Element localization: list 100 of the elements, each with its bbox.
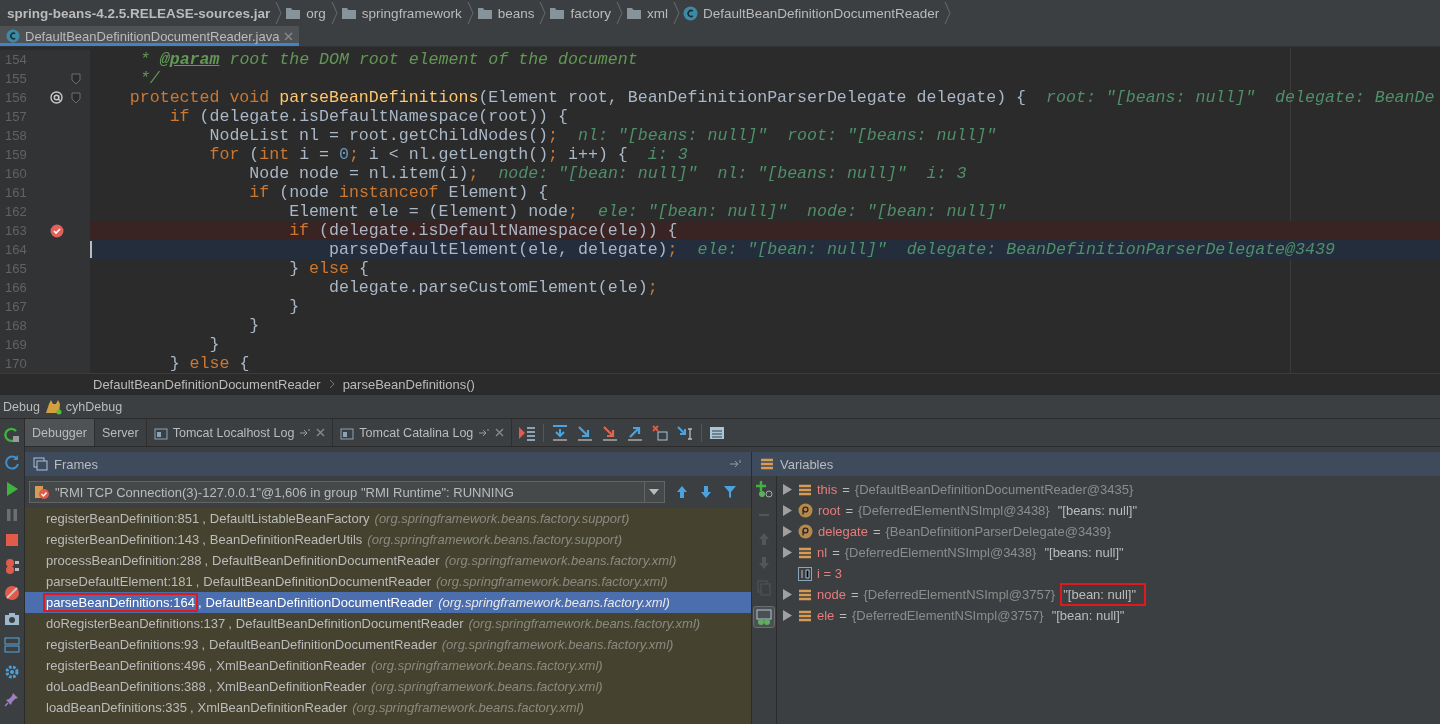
equals-sign: = bbox=[839, 608, 847, 623]
rerun-icon[interactable] bbox=[4, 427, 20, 443]
variable-name[interactable]: i = 3 bbox=[817, 566, 842, 581]
variable-type: {DeferredElementNSImpl@3757} bbox=[851, 608, 1044, 623]
variable-name[interactable]: ele bbox=[817, 608, 835, 623]
watches-toggle-icon[interactable] bbox=[753, 606, 775, 628]
close-icon[interactable] bbox=[316, 428, 326, 437]
variable-value: "[beans: null]" bbox=[1043, 544, 1125, 562]
breadcrumb-item[interactable]: springframework bbox=[361, 5, 462, 21]
stack-frame[interactable]: registerBeanDefinition:851 , DefaultListableBeanFactory (org.springframework.beans.factory.support) bbox=[25, 508, 751, 529]
close-icon[interactable] bbox=[495, 428, 505, 437]
layout-icon[interactable] bbox=[4, 637, 20, 653]
pin-tab-icon[interactable] bbox=[478, 427, 491, 438]
variable-type: {BeanDefinitionParserDelegate@3439} bbox=[885, 524, 1112, 539]
variable-value: "[bean: null]" bbox=[1050, 607, 1126, 625]
force-step-into-icon[interactable] bbox=[601, 424, 620, 441]
fold-icon[interactable] bbox=[71, 91, 82, 104]
settings-icon[interactable] bbox=[4, 664, 20, 680]
expand-arrow-icon[interactable] bbox=[783, 610, 792, 621]
comma: , bbox=[208, 679, 213, 694]
primitive-icon bbox=[798, 566, 812, 581]
expand-arrow-icon[interactable] bbox=[783, 547, 792, 558]
stack-frame[interactable]: processBeanDefinition:288 , DefaultBeanDefinitionDocumentReader (org.springframework.beans.factory.xml) bbox=[25, 550, 751, 571]
stack-frame[interactable]: registerBeanDefinitions:496 , XmlBeanDefinitionReader (org.springframework.beans.factory.xml) bbox=[25, 655, 751, 676]
breadcrumb-item[interactable]: factory bbox=[570, 5, 611, 21]
filter-icon[interactable] bbox=[723, 485, 737, 499]
pin-icon[interactable] bbox=[729, 459, 743, 469]
tool-window-title: Debug bbox=[3, 399, 40, 414]
variable-name[interactable]: node bbox=[817, 587, 846, 602]
field-icon bbox=[798, 588, 812, 601]
stack-frame[interactable]: registerBeanDefinitions:93 , DefaultBeanDefinitionDocumentReader (org.springframework.beans.factory.xml) bbox=[25, 634, 751, 655]
breadcrumb-item[interactable]: DefaultBeanDefinitionDocumentReader bbox=[702, 5, 940, 21]
frame-class: DefaultBeanDefinitionDocumentReader bbox=[212, 553, 440, 568]
class-icon bbox=[682, 5, 698, 21]
step-over-icon[interactable] bbox=[551, 424, 570, 441]
refresh-icon[interactable] bbox=[4, 454, 20, 470]
expand-arrow-icon[interactable] bbox=[783, 589, 792, 600]
stack-frame[interactable]: registerBeanDefinition:143 , BeanDefinitionReaderUtils (org.springframework.beans.factory.support) bbox=[25, 529, 751, 550]
tool-tab[interactable]: Tomcat Localhost Log bbox=[146, 419, 334, 446]
variable-name[interactable]: this bbox=[817, 482, 838, 497]
stack-frame[interactable]: parseBeanDefinitions:164 , DefaultBeanDefinitionDocumentReader (org.springframework.beans.factory.xml) bbox=[25, 592, 751, 613]
class-icon bbox=[6, 29, 20, 43]
run-config-name[interactable]: cyhDebug bbox=[65, 399, 123, 414]
variable-value: "[bean: null]" bbox=[1060, 583, 1147, 606]
stack-frame[interactable]: loadBeanDefinitions:335 , XmlBeanDefinitionReader (org.springframework.beans.factory.xml) bbox=[25, 697, 751, 718]
frame-package: (org.springframework.beans.factory.xml) bbox=[468, 616, 701, 631]
run-to-cursor-icon[interactable] bbox=[676, 424, 695, 441]
code-token: Node node = nl.item(i) bbox=[248, 164, 469, 183]
step-into-icon[interactable] bbox=[576, 424, 595, 441]
tool-tab[interactable]: Tomcat Catalina Log bbox=[333, 419, 513, 446]
drop-frame-icon[interactable] bbox=[651, 424, 670, 441]
new-watch-icon[interactable] bbox=[755, 480, 773, 498]
expand-arrow-icon[interactable] bbox=[783, 484, 792, 495]
variable-value: "[beans: null]" bbox=[1056, 502, 1139, 520]
evaluate-expression-icon[interactable] bbox=[709, 425, 726, 440]
pin-tab-icon[interactable] bbox=[299, 427, 312, 438]
code-token: } bbox=[248, 316, 260, 335]
arrow-up-icon[interactable] bbox=[675, 485, 689, 499]
breadcrumb-item[interactable]: DefaultBeanDefinitionDocumentReader bbox=[93, 376, 321, 392]
comma: , bbox=[195, 574, 200, 589]
code-token: protected void bbox=[128, 88, 270, 107]
frame-method: doRegisterBeanDefinitions:137 bbox=[45, 615, 227, 633]
breakpoint-icon[interactable] bbox=[49, 223, 64, 238]
show-execution-point-icon[interactable] bbox=[518, 424, 537, 441]
breadcrumb-item[interactable]: beans bbox=[497, 5, 535, 21]
breakpoints-icon[interactable] bbox=[4, 558, 20, 574]
stack-frame[interactable]: parseDefaultElement:181 , DefaultBeanDefinitionDocumentReader (org.springframework.beans.factory.xml) bbox=[25, 571, 751, 592]
arrow-down-icon[interactable] bbox=[699, 485, 713, 499]
chevron-icon bbox=[330, 1, 338, 25]
pin-icon[interactable] bbox=[4, 691, 20, 707]
frame-method: registerBeanDefinition:851 bbox=[45, 510, 201, 528]
step-out-icon[interactable] bbox=[626, 424, 645, 441]
folder-icon bbox=[476, 6, 493, 20]
code-token: ; bbox=[667, 240, 678, 259]
resume-icon[interactable] bbox=[4, 481, 20, 497]
breadcrumb-item[interactable]: spring-beans-4.2.5.RELEASE-sources.jar bbox=[7, 5, 271, 21]
stack-frame[interactable]: doRegisterBeanDefinitions:137 , DefaultBeanDefinitionDocumentReader (org.springframework.beans.factory.xml) bbox=[25, 613, 751, 634]
close-icon[interactable] bbox=[284, 31, 294, 41]
tool-tab[interactable]: Server bbox=[94, 419, 147, 446]
breadcrumb-item[interactable]: parseBeanDefinitions() bbox=[342, 376, 475, 392]
variable-name[interactable]: nl bbox=[817, 545, 828, 560]
variable-name[interactable]: delegate bbox=[818, 524, 868, 539]
breadcrumb-item[interactable]: org bbox=[306, 5, 326, 21]
breadcrumb-item[interactable]: xml bbox=[646, 5, 668, 21]
thread-dropdown[interactable]: "RMI TCP Connection(3)-127.0.0.1"@1,606 in group "RMI Runtime": RUNNING bbox=[29, 481, 665, 503]
pause-icon[interactable] bbox=[5, 508, 19, 522]
equals-sign: = bbox=[832, 545, 840, 560]
tool-tab[interactable]: Debugger bbox=[25, 419, 95, 446]
mute-breakpoints-icon[interactable] bbox=[4, 585, 20, 601]
stop-icon[interactable] bbox=[5, 533, 19, 547]
code-token: else bbox=[309, 259, 349, 278]
variable-name[interactable]: root bbox=[818, 503, 841, 518]
fold-icon[interactable] bbox=[71, 72, 82, 85]
file-tab[interactable]: DefaultBeanDefinitionDocumentReader.java bbox=[0, 26, 300, 46]
expand-arrow-icon[interactable] bbox=[783, 526, 792, 537]
variable-type: {DeferredElementNSImpl@3757} bbox=[863, 587, 1056, 602]
stack-frame[interactable]: doLoadBeanDefinitions:388 , XmlBeanDefinitionReader (org.springframework.beans.factory.xml) bbox=[25, 676, 751, 697]
expand-arrow-icon[interactable] bbox=[783, 505, 792, 516]
camera-icon[interactable] bbox=[4, 612, 20, 626]
code-token: } bbox=[208, 335, 220, 354]
